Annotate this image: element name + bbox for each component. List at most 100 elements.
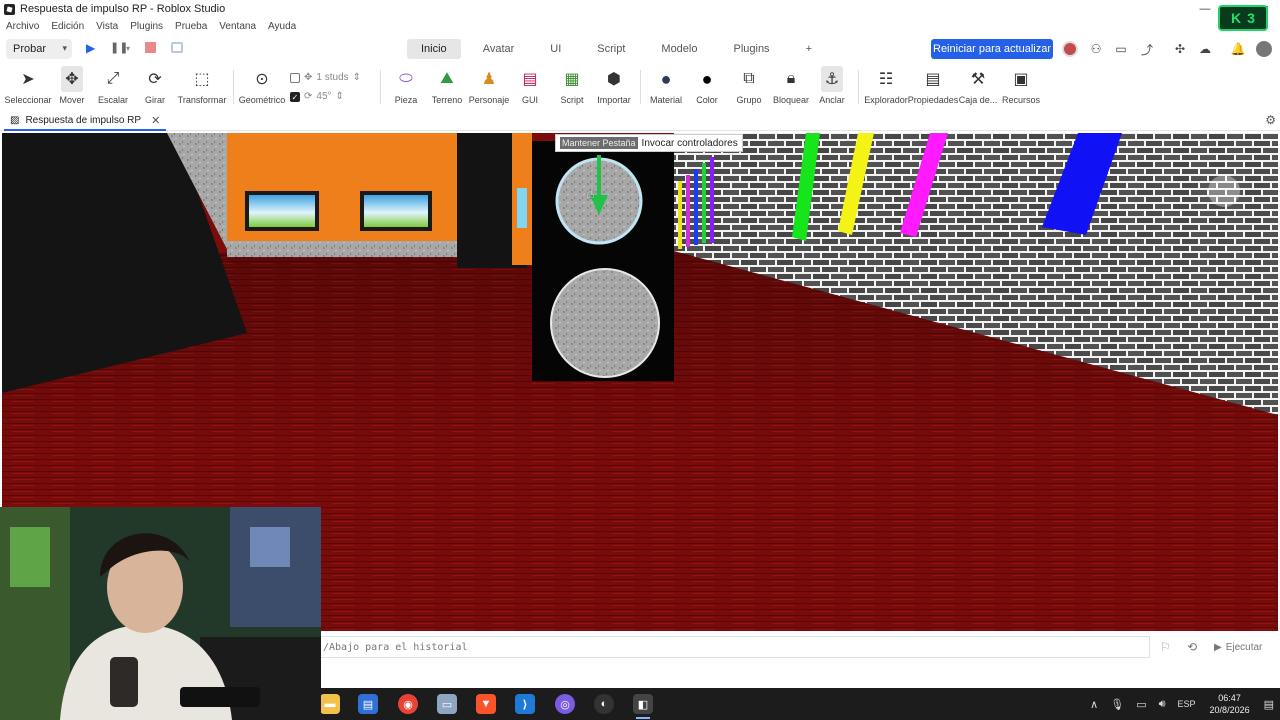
anchor-button[interactable]: ⚓ Anclar [816, 66, 848, 110]
cursor-icon: ➤ [21, 71, 35, 88]
command-bar-placeholder: /Abajo para el historial [323, 641, 468, 653]
run-command-button[interactable]: ▶ Ejecutar [1214, 638, 1262, 656]
menu-vista[interactable]: Vista [90, 21, 124, 32]
tab-ui[interactable]: UI [536, 39, 575, 59]
roblox-studio-icon[interactable]: ◧ [633, 694, 653, 719]
hold-tab-key: Mantener Pestaña [560, 137, 638, 149]
menu-ventana[interactable]: Ventana [213, 21, 262, 32]
character-button[interactable]: ♟ Personaje [468, 66, 510, 110]
move-snap-option[interactable]: ✥ 1 studs ⇕ [290, 72, 361, 83]
menu-ayuda[interactable]: Ayuda [262, 21, 302, 32]
microphone-icon[interactable]: 🎙︎ [1110, 698, 1124, 711]
language-indicator[interactable]: ESP [1178, 699, 1196, 709]
select-tool-button[interactable]: ➤ Seleccionar [4, 66, 51, 110]
roblox-studio-window: Respuesta de impulso RP - Roblox Studio … [0, 0, 1280, 720]
clock[interactable]: 06:47 20/8/2026 [1210, 692, 1250, 716]
material-sphere-icon: ● [660, 68, 672, 89]
notifications-icon[interactable]: ▤ [1264, 698, 1274, 711]
tab-avatar[interactable]: Avatar [469, 39, 529, 59]
geometric-icon: ⊙ [255, 71, 269, 88]
chevron-up-icon[interactable]: ∧ [1090, 698, 1098, 711]
file-explorer-icon[interactable]: ▬ [320, 694, 340, 714]
group-button[interactable]: ⧉ Grupo [733, 66, 765, 110]
app-icon[interactable]: ▭ [437, 694, 457, 714]
vscode-icon[interactable]: ⟩ [515, 694, 535, 714]
minimize-button[interactable]: — [1190, 0, 1220, 18]
collaborators-icon[interactable]: ⚇ [1089, 42, 1103, 56]
clock-time: 06:47 [1218, 693, 1241, 703]
character-icon: ♟ [481, 71, 497, 88]
volume-icon[interactable]: 🔊︎ [1159, 698, 1166, 711]
import-cube-icon: ⬢ [607, 71, 621, 88]
network-icon[interactable]: ▭ [1136, 698, 1146, 711]
toolbox-icon: ⚒ [970, 71, 986, 88]
menu-archivo[interactable]: Archivo [0, 21, 45, 32]
bell-icon[interactable]: 🔔 [1231, 42, 1246, 56]
add-tab-button[interactable]: + [792, 39, 826, 59]
command-bar-input[interactable]: /Abajo para el historial [320, 636, 1150, 658]
terrain-button[interactable]: ⛰ Terreno [431, 66, 463, 110]
app-icon[interactable]: ▤ [358, 694, 378, 714]
toolbar-separator [640, 70, 641, 104]
gear-icon[interactable]: ⚙ [1265, 113, 1276, 127]
connections-icon[interactable]: ✣ [1173, 42, 1187, 56]
tab-inicio[interactable]: Inicio [407, 39, 461, 59]
rotate-snap-checkbox[interactable]: ✓ [290, 91, 300, 102]
cloud-icon[interactable]: ☁ [1198, 42, 1212, 56]
menu-prueba[interactable]: Prueba [169, 21, 213, 32]
drag-hint-tooltip: Mantener Pestaña Invocar controladores [555, 134, 743, 152]
scale-tool-button[interactable]: ⤢ Escalar [97, 66, 129, 110]
menu-edicion[interactable]: Edición [45, 21, 90, 32]
rotate-tool-button[interactable]: ⟳ Girar [139, 66, 171, 110]
resources-icon: ▣ [1013, 71, 1029, 88]
tab-script[interactable]: Script [583, 39, 639, 59]
document-tab[interactable]: ▨ Respuesta de impulso RP ✕ [4, 111, 167, 131]
transform-icon: ⬚ [194, 71, 210, 88]
brave-icon[interactable]: ▼ [476, 694, 496, 714]
color-button[interactable]: ● Color [691, 66, 723, 110]
tab-plugins[interactable]: Plugins [719, 39, 783, 59]
profile-avatar[interactable] [1256, 41, 1272, 57]
stepper-icon[interactable]: ⇕ [336, 91, 344, 102]
properties-button[interactable]: ▤ Propiedades [908, 66, 959, 110]
part-cylinder-icon: ⬭ [399, 70, 413, 87]
stop-icon[interactable] [145, 42, 156, 53]
stepper-icon[interactable]: ⇕ [353, 72, 361, 83]
transform-tool-button[interactable]: ⬚ Transformar [176, 66, 228, 110]
lock-button[interactable]: 🔒︎ Bloquear [771, 66, 811, 110]
gui-button[interactable]: ▤ GUI [514, 66, 546, 110]
script-button[interactable]: ▦ Script [556, 66, 588, 110]
screen-icon[interactable] [171, 42, 183, 53]
tab-modelo[interactable]: Modelo [647, 39, 711, 59]
avatar[interactable] [1062, 41, 1078, 57]
app-icon[interactable]: ◎ [555, 694, 575, 714]
history-icon[interactable]: ⟲ [1187, 640, 1197, 654]
terrain-icon: ⛰ [440, 70, 454, 87]
chat-icon[interactable]: ▭ [1114, 42, 1128, 56]
script-icon: ▦ [564, 71, 580, 88]
import-button[interactable]: ⬢ Importar [594, 66, 634, 110]
test-mode-select[interactable]: Probar ▾ [6, 39, 72, 59]
move-snap-icon: ✥ [304, 72, 313, 83]
toolbar-separator [233, 70, 234, 104]
share-icon[interactable]: ⤴ [1140, 42, 1154, 57]
restart-to-update-button[interactable]: Reiniciar para actualizar [931, 39, 1053, 59]
toolbox-button[interactable]: ⚒ Caja de... [959, 66, 998, 110]
chevron-down-icon: ▾ [62, 43, 67, 53]
material-button[interactable]: ● Material [647, 66, 685, 110]
document-tab-bar: ▨ Respuesta de impulso RP ✕ ⚙ [0, 111, 1280, 131]
play-icon[interactable]: ▶ [86, 41, 95, 55]
resources-button[interactable]: ▣ Recursos [1002, 66, 1040, 110]
chevron-down-icon[interactable]: ▾ [126, 44, 130, 53]
explorer-button[interactable]: ☷ Explorador [864, 66, 908, 110]
bookmark-icon[interactable]: ⚐ [1160, 640, 1171, 654]
menu-plugins[interactable]: Plugins [124, 21, 169, 32]
chrome-icon[interactable]: ◉ [398, 694, 418, 714]
close-icon[interactable]: ✕ [151, 114, 160, 127]
rotate-snap-option[interactable]: ✓ ⟳ 45° ⇕ [290, 91, 344, 102]
move-snap-checkbox[interactable] [290, 72, 300, 83]
part-button[interactable]: ⬭ Pieza [390, 66, 422, 110]
obs-icon[interactable]: ◐ [594, 694, 614, 714]
geometric-mode-button[interactable]: ⊙ Geométrico [238, 66, 286, 110]
move-tool-button[interactable]: ✥ Mover [56, 66, 88, 110]
